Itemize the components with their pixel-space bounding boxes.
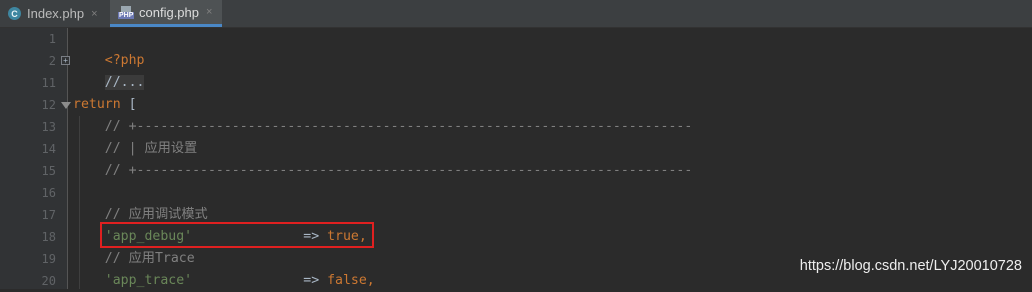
watermark: https://blog.csdn.net/LYJ20010728 (799, 258, 1022, 274)
line-number: 17 (41, 208, 56, 222)
line-number: 14 (41, 142, 56, 156)
comma: , (366, 273, 375, 288)
fold-collapse-icon[interactable] (61, 102, 71, 109)
line-number: 11 (41, 76, 56, 90)
line-number: 1 (48, 32, 56, 46)
editor-tab-bar: C Index.php × PHP config.php × (0, 0, 1032, 28)
line-number: 12 (41, 98, 56, 112)
code-line-19: // 应用Trace (73, 251, 195, 266)
fold-expand-icon[interactable]: + (61, 56, 70, 65)
line-number: 19 (41, 252, 56, 266)
line-number: 15 (41, 164, 56, 178)
close-icon[interactable]: × (91, 8, 97, 20)
arrow-operator: => (192, 273, 328, 288)
tab-label: Index.php (27, 6, 85, 21)
bracket: [ (120, 97, 137, 112)
close-icon[interactable]: × (206, 6, 212, 18)
code-line-2: //... (73, 50, 145, 90)
tab-index-php[interactable]: C Index.php × (0, 0, 110, 27)
code-line-13: // +------------------------------------… (73, 119, 693, 134)
tab-label: config.php (139, 4, 199, 20)
config-key: 'app_trace' (104, 273, 193, 288)
line-number: 16 (41, 186, 56, 200)
php-file-icon: PHP (118, 5, 135, 19)
folded-region[interactable]: //... (104, 75, 145, 90)
config-value: false (327, 273, 367, 288)
code-line-14: // | 应用设置 (73, 141, 198, 156)
return-keyword: return (73, 97, 121, 112)
line-number: 2 (48, 54, 56, 68)
tab-config-php[interactable]: PHP config.php × (110, 0, 222, 27)
line-number-gutter: 1 2 11 12 13 14 15 16 17 18 19 20 + (0, 28, 71, 289)
code-line-1: <?php (73, 28, 145, 68)
code-line-15: // +------------------------------------… (73, 163, 693, 178)
code-editor[interactable]: <?php //... return [ // +---------------… (73, 28, 1032, 289)
c-class-icon: C (8, 7, 21, 20)
line-number: 13 (41, 120, 56, 134)
annotation-highlight-box (100, 222, 374, 248)
line-number: 18 (41, 230, 56, 244)
code-line-12: return [ (73, 94, 137, 116)
